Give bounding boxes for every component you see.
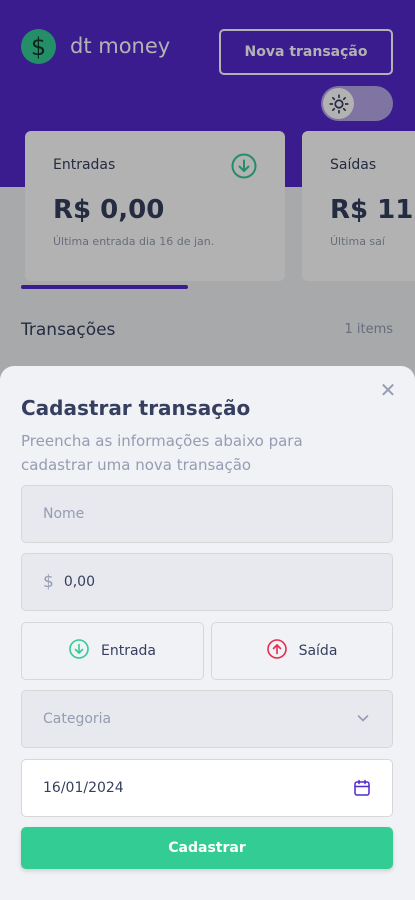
type-income-button[interactable]: Entrada [21,622,204,680]
name-placeholder: Nome [43,506,85,522]
date-input[interactable]: 16/01/2024 [21,759,393,817]
amount-input[interactable]: $ 0,00 [21,553,393,611]
arrow-down-circle-icon [69,639,89,663]
type-income-label: Entrada [100,643,156,659]
new-transaction-modal: ✕ Cadastrar transação Preencha as inform… [0,366,415,900]
close-icon[interactable]: ✕ [377,380,399,402]
calendar-icon[interactable] [353,779,371,801]
date-value: 16/01/2024 [43,780,124,796]
chevron-down-icon [356,711,370,729]
amount-value: 0,00 [63,574,95,590]
type-outcome-button[interactable]: Saída [211,622,393,680]
modal-title: Cadastrar transação [21,396,251,420]
modal-description: Preencha as informações abaixo para cada… [21,432,303,474]
category-placeholder: Categoria [43,711,112,727]
submit-button[interactable]: Cadastrar [21,827,393,869]
name-input[interactable]: Nome [21,485,393,543]
arrow-up-circle-icon [266,639,287,663]
dollar-icon: $ [43,572,54,592]
type-outcome-label: Saída [298,643,338,659]
category-select[interactable]: Categoria [21,690,393,748]
